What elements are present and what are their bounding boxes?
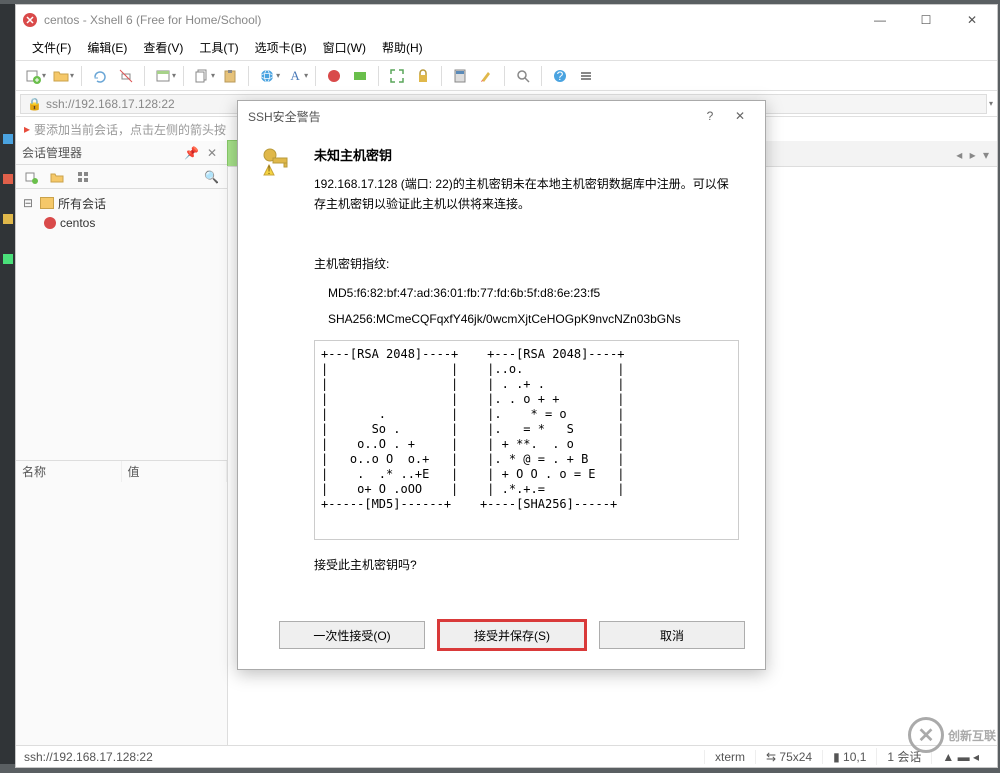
lock-button[interactable] [412, 65, 434, 87]
folder-icon [40, 197, 54, 209]
desktop-taskbar-fragment [0, 4, 15, 764]
tree-item[interactable]: centos [20, 213, 223, 233]
panel-close-icon[interactable]: ✕ [203, 146, 221, 160]
flag-icon: ▸ [24, 122, 30, 136]
session-manager-toolbar: 🔍 [16, 165, 227, 189]
dialog-button-row: 一次性接受(O) 接受并保存(S) 取消 [238, 621, 765, 669]
dialog-question: 接受此主机密钥吗? [314, 556, 739, 573]
new-session-button[interactable] [22, 65, 44, 87]
svg-text:!: ! [267, 163, 270, 177]
dialog-help-button[interactable]: ? [695, 109, 725, 123]
cancel-button[interactable]: 取消 [599, 621, 745, 649]
accept-save-button[interactable]: 接受并保存(S) [439, 621, 585, 649]
dropdown-icon[interactable]: ▾ [211, 71, 215, 80]
fullscreen-button[interactable] [386, 65, 408, 87]
dropdown-icon[interactable]: ▾ [276, 71, 280, 80]
copy-button[interactable] [191, 65, 213, 87]
minimize-button[interactable]: — [857, 6, 903, 34]
xftp-icon-button[interactable] [349, 65, 371, 87]
svg-text:?: ? [557, 69, 564, 83]
tree-root[interactable]: ⊟ 所有会话 [20, 193, 223, 213]
close-button[interactable]: ✕ [949, 6, 995, 34]
menu-window[interactable]: 窗口(W) [315, 35, 374, 60]
dropdown-icon[interactable]: ▾ [42, 71, 46, 80]
calc-button[interactable] [449, 65, 471, 87]
fingerprint-sha256: SHA256:MCmeCQFqxfY46jk/0wcmXjtCeHOGpK9nv… [328, 312, 739, 326]
window-title: centos - Xshell 6 (Free for Home/School) [44, 13, 857, 27]
dropdown-icon[interactable]: ▾ [304, 71, 308, 80]
toolbar: ▾ ▾ ▾ ▾ ▾ A▾ ? [16, 61, 997, 91]
status-term-type: xterm [704, 750, 755, 764]
help-toolbar-button[interactable]: ? [549, 65, 571, 87]
status-size: ⇆ 75x24 [755, 750, 822, 764]
collapse-icon[interactable]: ⊟ [20, 196, 36, 210]
view-mode-button[interactable] [72, 166, 94, 188]
watermark: ✕ 创新互联 [908, 717, 996, 753]
menu-view[interactable]: 查看(V) [135, 35, 191, 60]
highlight-button[interactable] [475, 65, 497, 87]
app-icon [22, 12, 38, 28]
fingerprint-md5: MD5:f6:82:bf:47:ad:36:01:fb:77:fd:6b:5f:… [328, 286, 739, 300]
session-manager-panel: 会话管理器 📌 ✕ 🔍 ⊟ 所有会话 centos [16, 141, 228, 745]
session-icon [44, 217, 56, 229]
watermark-text: 创新互联 [948, 727, 996, 744]
dialog-titlebar: SSH安全警告 ? ✕ [238, 101, 765, 131]
window-titlebar: centos - Xshell 6 (Free for Home/School)… [16, 5, 997, 35]
accept-once-button[interactable]: 一次性接受(O) [279, 621, 425, 649]
new-session-small-button[interactable] [20, 166, 42, 188]
watermark-icon: ✕ [908, 717, 944, 753]
fingerprint-label: 主机密钥指纹: [314, 255, 739, 272]
pin-icon[interactable]: 📌 [180, 146, 203, 160]
dialog-message: 192.168.17.128 (端口: 22)的主机密钥未在本地主机密钥数据库中… [314, 174, 739, 215]
reconnect-button[interactable] [89, 65, 111, 87]
disconnect-button[interactable] [115, 65, 137, 87]
column-value[interactable]: 值 [122, 461, 228, 482]
menu-help[interactable]: 帮助(H) [374, 35, 431, 60]
status-address: ssh://192.168.17.128:22 [24, 750, 153, 764]
dialog-heading: 未知主机密钥 [314, 145, 739, 164]
tree-item-label: centos [60, 216, 95, 230]
settings-dropdown[interactable] [575, 65, 597, 87]
session-detail-list [16, 482, 227, 745]
menu-bar: 文件(F) 编辑(E) 查看(V) 工具(T) 选项卡(B) 窗口(W) 帮助(… [16, 35, 997, 61]
find-button[interactable] [512, 65, 534, 87]
address-dropdown[interactable]: ▾ [989, 99, 993, 108]
address-value: ssh://192.168.17.128:22 [46, 97, 175, 111]
tree-root-label: 所有会话 [58, 195, 106, 212]
font-button[interactable]: A [284, 65, 306, 87]
ssh-security-warning-dialog: SSH安全警告 ? ✕ ! 未知主机密钥 192.168.17.128 (端口:… [237, 100, 766, 670]
search-icon[interactable]: 🔍 [200, 170, 223, 184]
column-name[interactable]: 名称 [16, 461, 122, 482]
hint-text: 要添加当前会话，点击左侧的箭头按 [34, 121, 226, 138]
maximize-button[interactable]: ☐ [903, 6, 949, 34]
dropdown-icon[interactable]: ▾ [70, 71, 74, 80]
dialog-close-button[interactable]: ✕ [725, 109, 755, 123]
paste-button[interactable] [219, 65, 241, 87]
fingerprint-ascii-art[interactable]: +---[RSA 2048]----+ +---[RSA 2048]----+ … [314, 340, 739, 540]
session-manager-title: 会话管理器 [22, 144, 82, 161]
menu-tabs[interactable]: 选项卡(B) [247, 35, 315, 60]
open-button[interactable] [50, 65, 72, 87]
menu-edit[interactable]: 编辑(E) [79, 35, 135, 60]
globe-button[interactable] [256, 65, 278, 87]
xshell-icon-button[interactable] [323, 65, 345, 87]
menu-tools[interactable]: 工具(T) [191, 35, 246, 60]
menu-file[interactable]: 文件(F) [24, 35, 79, 60]
status-bar: ssh://192.168.17.128:22 xterm ⇆ 75x24 ▮ … [16, 745, 997, 767]
new-folder-small-button[interactable] [46, 166, 68, 188]
dialog-title: SSH安全警告 [248, 108, 695, 125]
dropdown-icon[interactable]: ▾ [172, 71, 176, 80]
warning-key-icon: ! [260, 145, 296, 611]
status-cursor: ▮ 10,1 [822, 750, 876, 764]
session-detail-header: 名称 值 [16, 460, 227, 482]
tab-nav-buttons[interactable]: ◂ ▸ ▾ [950, 144, 997, 166]
lock-icon: 🔒 [27, 97, 42, 111]
properties-button[interactable] [152, 65, 174, 87]
session-tree[interactable]: ⊟ 所有会话 centos [16, 189, 227, 460]
